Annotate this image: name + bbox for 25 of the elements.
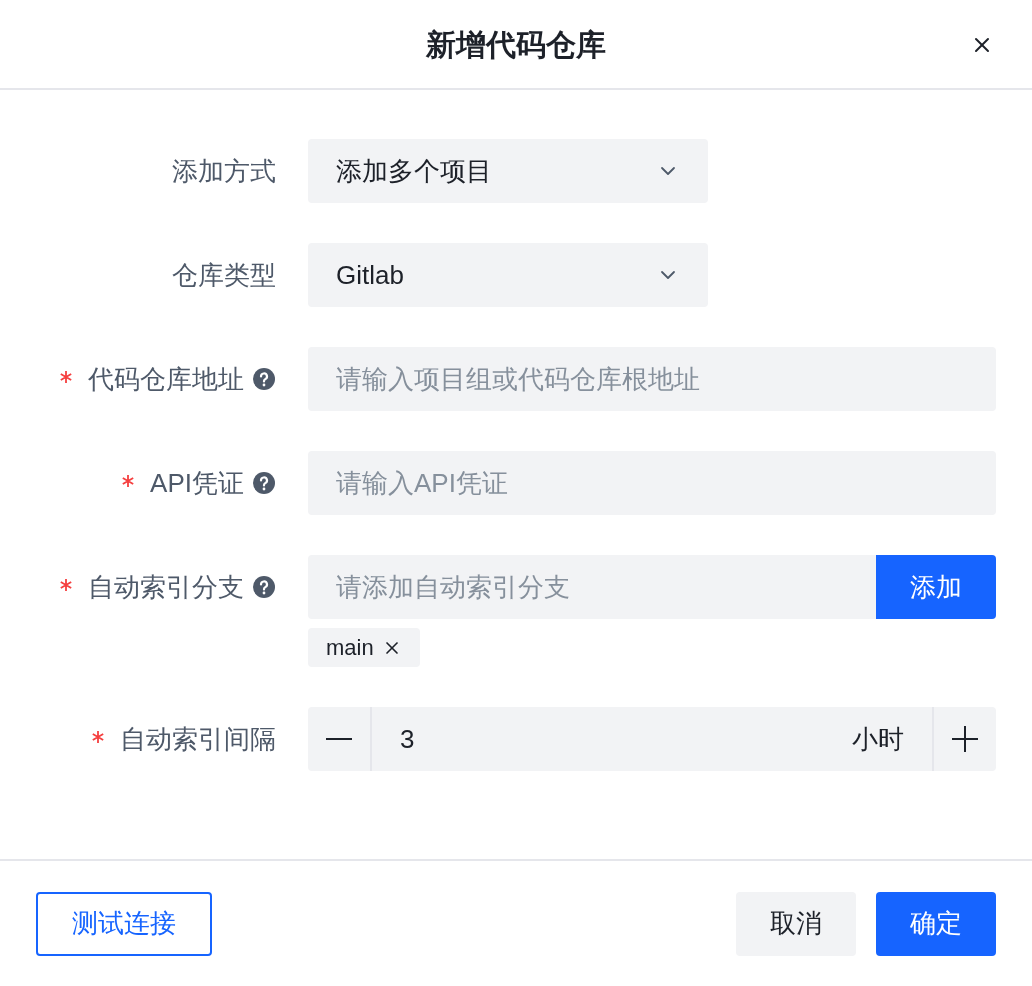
add-button[interactable]: 添加 (876, 555, 996, 619)
confirm-button[interactable]: 确定 (876, 891, 996, 956)
input-field[interactable]: 请添加自动索引分支 (308, 555, 876, 619)
input-field[interactable]: 请输入API凭证 (308, 451, 996, 515)
number-value: 3 (399, 722, 416, 756)
field-label: 仓库类型 (172, 258, 276, 292)
plus-icon (952, 726, 978, 752)
field-label: API凭证 (150, 466, 244, 500)
field-label: 代码仓库地址 (88, 362, 244, 396)
minus-icon (326, 738, 352, 740)
field-label: 添加方式 (172, 154, 276, 188)
help-icon[interactable] (252, 367, 276, 391)
field-label: 自动索引间隔 (120, 722, 276, 756)
cancel-button[interactable]: 取消 (736, 891, 856, 956)
help-icon[interactable] (252, 575, 276, 599)
help-icon[interactable] (252, 471, 276, 495)
test-connection-button[interactable]: 测试连接 (36, 891, 212, 956)
dialog-title: 新增代码仓库 (426, 26, 606, 63)
select-field[interactable]: Gitlab (308, 243, 708, 307)
unit-label: 小时 (852, 722, 905, 756)
field-label: 自动索引分支 (88, 570, 244, 604)
number-field[interactable]: 3 小时 (308, 707, 996, 771)
input-field[interactable]: 请输入项目组或代码仓库根地址 (308, 347, 996, 411)
select-field[interactable]: 添加多个项目 (308, 139, 708, 203)
tag-label: main (326, 634, 374, 662)
